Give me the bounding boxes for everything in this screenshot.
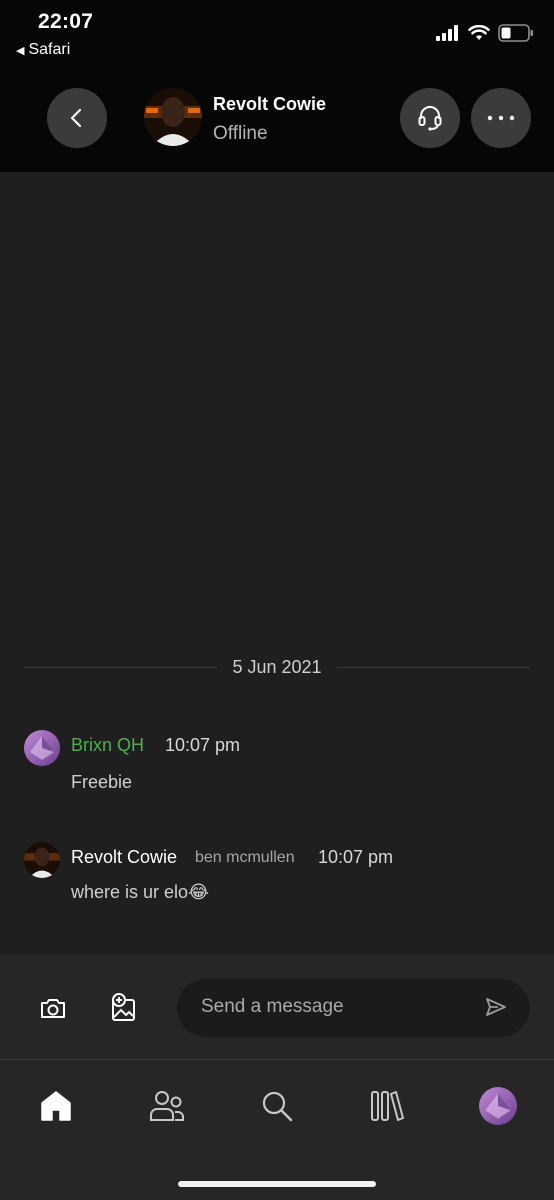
chat-header: Revolt Cowie Offline [0,70,554,172]
contact-avatar-image [24,842,60,878]
message-time: 10:07 pm [165,735,241,755]
signal-icon [436,25,458,41]
people-icon [150,1091,184,1121]
message-sender[interactable]: Brixn QH [71,735,144,756]
tab-search[interactable] [257,1086,297,1126]
camera-icon [41,999,65,1018]
divider-line-right [337,667,530,668]
status-time: 22:07 [38,10,94,33]
tab-library[interactable] [367,1086,407,1126]
date-label: 5 Jun 2021 [232,657,322,677]
avatar [479,1087,517,1125]
sender-avatar[interactable] [24,730,60,766]
more-options-button[interactable] [471,88,531,148]
contact-name: Revolt Cowie [213,94,327,114]
add-image-button[interactable] [106,990,142,1026]
chevron-left-icon [70,108,82,128]
more-icon [487,115,515,121]
camera-button[interactable] [35,990,71,1026]
library-icon [371,1091,404,1121]
message-text: Freebie [71,772,133,792]
send-icon[interactable] [484,995,508,1019]
message-time: 10:07 pm [318,847,394,867]
home-icon [41,1091,71,1121]
message-input[interactable]: Send a message [177,979,530,1037]
tab-profile[interactable] [478,1086,518,1126]
contact-status: Offline [213,123,268,144]
message-input-placeholder: Send a message [201,996,344,1017]
xbox-gem-avatar [24,730,60,766]
chat-area[interactable]: 5 Jun 2021 Brixn QH 10:07 pm Freebie Rev… [0,172,554,954]
search-icon [262,1091,293,1122]
status-bar: 22:07 ◀ Safari [0,0,554,70]
contact-avatar-image [144,88,202,146]
back-to-app-link[interactable]: ◀ Safari [16,41,70,59]
sender-avatar[interactable] [24,842,60,878]
bottom-tab-bar [0,1060,554,1200]
back-button[interactable] [47,88,107,148]
message-text: where is ur elo😂 [71,882,210,902]
add-image-icon [112,993,135,1021]
battery-icon [498,24,533,42]
divider-line-left [24,667,217,668]
message-sender-realname: ben mcmullen [195,849,295,866]
back-triangle-icon: ◀ [16,44,25,57]
headset-icon [418,106,442,131]
message-composer: Send a message [0,954,554,1060]
voice-chat-button[interactable] [400,88,460,148]
system-icons [436,24,534,42]
tab-friends[interactable] [147,1086,187,1126]
message-sender[interactable]: Revolt Cowie [71,847,177,868]
wifi-icon [468,25,490,40]
date-divider: 5 Jun 2021 [24,656,530,680]
back-app-label: Safari [28,41,71,58]
contact-avatar[interactable] [144,88,202,146]
tab-home[interactable] [36,1086,76,1126]
home-indicator[interactable] [178,1181,376,1187]
